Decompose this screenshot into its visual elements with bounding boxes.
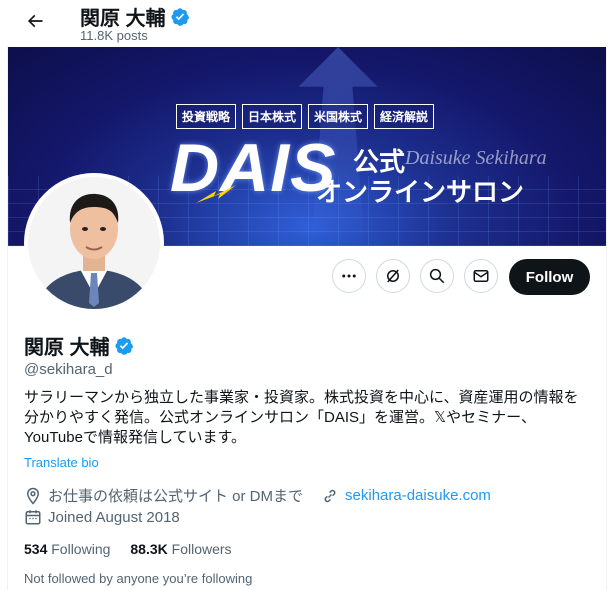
follow-stats: 534 Following 88.3K Followers xyxy=(24,541,232,557)
profile-actions xyxy=(332,259,498,293)
profile-handle: @sekihara_d xyxy=(24,361,113,378)
profile-name: 関原 大輔 xyxy=(24,337,110,359)
following-count: 534 xyxy=(24,541,48,557)
banner-tag: 投資戦略 xyxy=(176,104,237,129)
more-dots-icon xyxy=(342,274,356,278)
header-title: 関原 大輔 xyxy=(80,2,190,31)
back-button[interactable] xyxy=(22,8,48,34)
message-button[interactable] xyxy=(464,259,498,293)
verified-badge-icon[interactable] xyxy=(114,336,134,356)
banner-romaji: Daisuke Sekihara xyxy=(405,147,547,169)
avatar-photo xyxy=(28,177,160,309)
bio-line: 分かりやすく発信。公式オンラインサロン「DAIS」を運営。𝕏やセミナー、 xyxy=(24,409,536,426)
bio-line: YouTubeで情報発信しています。 xyxy=(24,429,246,446)
joined-text: Joined August 2018 xyxy=(48,508,180,526)
bio-line: サラリーマンから独立した事業家・投資家。株式投資を中心に、資産運用の情報を xyxy=(24,389,579,406)
banner-tag: 経済解説 xyxy=(374,104,435,129)
envelope-icon xyxy=(473,270,489,282)
calendar-icon xyxy=(25,510,41,525)
location-text: お仕事の依頼は公式サイト or DMまで xyxy=(48,488,304,505)
post-count: 11.8K posts xyxy=(80,28,148,43)
banner-salon: オンラインサロン xyxy=(316,177,525,207)
search-icon xyxy=(429,268,445,284)
more-button[interactable] xyxy=(332,259,366,293)
website-link[interactable]: sekihara-daisuke.com xyxy=(345,487,491,504)
banner-tags: 投資戦略 日本株式 米国株式 経済解説 xyxy=(176,104,435,129)
followers-link[interactable]: 88.3K Followers xyxy=(130,541,231,557)
arrow-left-icon xyxy=(27,14,43,28)
banner-tag: 米国株式 xyxy=(308,104,369,129)
header-name: 関原 大輔 xyxy=(80,8,166,30)
location-pin-icon xyxy=(26,487,40,505)
translate-bio-link[interactable]: Translate bio xyxy=(24,455,99,470)
top-bar: 関原 大輔 11.8K posts xyxy=(0,0,609,46)
followers-label: Followers xyxy=(171,541,232,557)
follow-button[interactable]: Follow xyxy=(509,259,590,295)
not-followed-note: Not followed by anyone you’re following xyxy=(24,571,253,586)
verified-badge-icon xyxy=(171,7,189,26)
banner-tag: 日本株式 xyxy=(242,104,303,129)
profile-bio: サラリーマンから独立した事業家・投資家。株式投資を中心に、資産運用の情報を 分か… xyxy=(24,388,584,448)
joined-row: Joined August 2018 xyxy=(24,508,180,526)
lightning-bolt-icon xyxy=(196,185,236,203)
followers-count: 88.3K xyxy=(130,541,168,557)
following-label: Following xyxy=(51,541,111,557)
profile-meta-row: お仕事の依頼は公式サイト or DMまで sekihara-daisuke.co… xyxy=(24,485,491,506)
grok-button[interactable] xyxy=(376,259,410,293)
banner-logo: DAIS xyxy=(170,130,337,206)
avatar[interactable] xyxy=(24,173,164,313)
profile-name-row: 関原 大輔 xyxy=(24,331,134,360)
following-link[interactable]: 534 Following xyxy=(24,541,110,557)
grok-icon xyxy=(387,269,399,283)
link-icon xyxy=(324,489,336,502)
search-profile-button[interactable] xyxy=(420,259,454,293)
